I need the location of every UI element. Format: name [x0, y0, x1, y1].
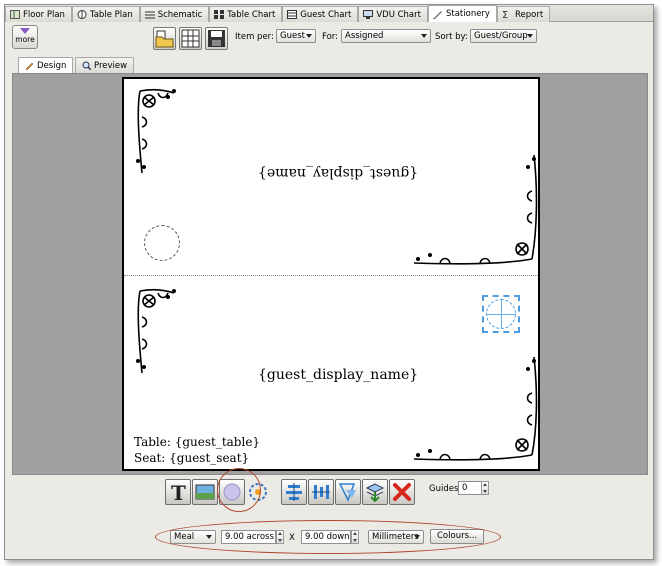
image-tool-icon [195, 484, 215, 500]
place-card[interactable]: {guest_display_name} {guest_display_name… [122, 77, 540, 471]
distribute-button[interactable] [308, 479, 334, 505]
transform-button[interactable] [335, 479, 361, 505]
item-per-select[interactable]: Guest [276, 29, 316, 43]
svg-text:Σ: Σ [502, 10, 508, 19]
save-button[interactable] [205, 27, 228, 50]
report-icon: Σ [502, 10, 512, 21]
svg-text:T: T [171, 482, 186, 502]
corner-ornament-icon [136, 288, 176, 374]
layers-down-icon [365, 483, 385, 502]
guest-name-upside-down[interactable]: {guest_display_name} [258, 165, 418, 181]
chevron-down-icon [421, 34, 427, 38]
guest-chart-icon [287, 10, 298, 19]
app-window: Floor Plan Table Plan Schematic Table Ch… [4, 4, 654, 560]
sort-by-select[interactable]: Guest/Group [470, 29, 537, 43]
more-arrow-icon [20, 28, 30, 34]
guides-input[interactable]: 0 [458, 481, 482, 495]
schematic-icon [144, 10, 155, 19]
vdu-chart-icon [363, 10, 374, 19]
tool-highlight-oval [217, 468, 261, 512]
pencil-icon [25, 62, 34, 70]
corner-ornament-icon [413, 154, 538, 265]
for-label: For: [322, 32, 338, 42]
align-button[interactable] [281, 479, 307, 505]
tab-table-plan[interactable]: Table Plan [71, 6, 140, 22]
layout-button[interactable] [179, 27, 202, 50]
open-folder-icon [155, 30, 174, 48]
tab-preview[interactable]: Preview [75, 57, 135, 73]
table-text[interactable]: Table: {guest_table} [134, 435, 260, 449]
design-canvas[interactable]: {guest_display_name} {guest_display_name… [12, 73, 648, 475]
stationery-icon [432, 10, 443, 19]
text-tool-icon: T [171, 482, 186, 502]
tab-stationery[interactable]: Stationery [427, 5, 497, 22]
guest-name-text[interactable]: {guest_display_name} [258, 367, 418, 383]
table-chart-icon [214, 10, 225, 19]
corner-ornament-icon [136, 88, 176, 174]
seat-text[interactable]: Seat: {guest_seat} [134, 451, 249, 465]
tab-vdu-chart[interactable]: VDU Chart [358, 6, 428, 22]
image-tool-button[interactable] [192, 479, 218, 505]
chevron-down-icon [527, 34, 533, 38]
main-tabs: Floor Plan Table Plan Schematic Table Ch… [5, 5, 653, 22]
fold-line [124, 275, 538, 276]
distribute-icon [312, 485, 330, 499]
tab-design[interactable]: Design [18, 57, 74, 73]
settings-highlight-oval [155, 520, 501, 554]
delete-icon [393, 483, 411, 501]
tab-schematic[interactable]: Schematic [139, 6, 210, 22]
save-disk-icon [208, 30, 225, 47]
tab-floor-plan[interactable]: Floor Plan [5, 6, 72, 22]
sort-by-label: Sort by: [435, 32, 468, 42]
more-button[interactable]: more [12, 25, 38, 49]
layout-grid-icon [181, 29, 200, 48]
floor-plan-icon [10, 10, 20, 19]
item-per-label: Item per: [235, 32, 274, 42]
tab-guest-chart[interactable]: Guest Chart [282, 6, 359, 22]
text-tool-button[interactable]: T [165, 479, 191, 505]
table-plan-icon [77, 10, 87, 19]
transform-icon [338, 483, 356, 502]
align-center-icon [286, 483, 302, 501]
for-select[interactable]: Assigned [341, 29, 431, 43]
guides-stepper[interactable] [481, 481, 489, 495]
magnifier-icon [82, 61, 91, 70]
placeholder-circle[interactable] [144, 225, 180, 261]
guides-label: Guides: [429, 484, 462, 494]
delete-button[interactable] [389, 479, 415, 505]
selected-circle-element[interactable] [482, 295, 520, 333]
tab-report[interactable]: Σ Report [496, 6, 551, 22]
chevron-down-icon [306, 34, 312, 38]
layers-down-button[interactable] [362, 479, 388, 505]
corner-ornament-icon [413, 356, 538, 461]
tab-table-chart[interactable]: Table Chart [209, 6, 283, 22]
open-folder-button[interactable] [153, 27, 176, 50]
